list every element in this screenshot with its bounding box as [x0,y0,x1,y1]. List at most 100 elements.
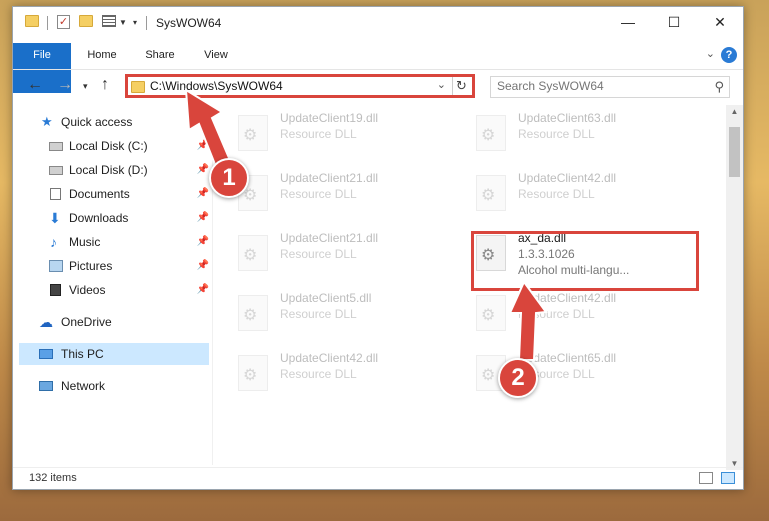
nav-label: Quick access [61,115,133,129]
up-arrow-icon[interactable]: ↑ [101,76,109,94]
pin-icon[interactable]: 📌 [197,183,209,205]
customize-toolbar-icon[interactable]: ▾ [133,18,137,27]
recent-locations-icon[interactable]: ▾ [83,81,88,92]
file-name: UpdateClient42.dll [518,291,617,305]
file-type: Resource DLL [518,307,595,321]
nav-item-local-disk-c[interactable]: Local Disk (C:) 📌 [13,135,209,157]
vertical-scrollbar[interactable]: ▲ ▼ [726,105,743,470]
file-type: Resource DLL [518,127,595,141]
nav-label: OneDrive [61,315,112,329]
close-button[interactable]: ✕ [697,7,743,37]
scroll-up-icon[interactable]: ▲ [726,107,743,116]
tab-view[interactable]: View [195,43,237,67]
nav-onedrive[interactable]: ☁ OneDrive [13,311,209,333]
tiles-view-icon[interactable] [721,472,735,484]
file-item[interactable]: ⚙ UpdateClient65.dll Resource DLL [456,349,656,399]
dll-file-icon: ⚙ [476,175,506,211]
file-item[interactable]: ⚙ UpdateClient42.dll Resource DLL [218,349,418,399]
file-name: UpdateClient5.dll [280,291,372,305]
dll-file-icon: ⚙ [238,295,268,331]
nav-label: Videos [69,283,106,297]
file-item[interactable]: ⚙ UpdateClient42.dll Resource DLL [456,289,656,339]
file-item[interactable]: ⚙ UpdateClient19.dll Resource DLL [218,109,418,159]
divider [146,16,147,30]
music-icon: ♪ [50,234,57,250]
status-bar: 132 items [13,467,743,489]
minimize-button[interactable]: — [605,7,651,37]
pin-icon[interactable]: 📌 [197,231,209,253]
nav-label: Local Disk (D:) [69,163,148,177]
address-bar[interactable]: C:\Windows\SysWOW64 ⌄ ↻ [125,74,475,98]
properties-check-icon[interactable]: ✓ [57,15,70,29]
computer-icon [39,349,53,359]
file-item[interactable]: ⚙ UpdateClient63.dll Resource DLL [456,109,656,159]
drive-icon [49,166,63,175]
pin-icon[interactable]: 📌 [197,135,209,157]
nav-label: Music [69,235,101,249]
expand-ribbon-icon[interactable]: ⌄ [706,47,715,60]
cloud-icon: ☁ [39,314,53,330]
search-box[interactable]: ⚲ [490,76,730,98]
properties-icon[interactable] [102,15,116,27]
nav-label: Local Disk (C:) [69,139,148,153]
help-icon[interactable]: ? [721,47,737,63]
file-item[interactable]: ⚙ UpdateClient21.dll Resource DLL [218,229,418,279]
file-name: UpdateClient21.dll [280,231,379,245]
nav-quick-access[interactable]: ★ Quick access [13,111,209,133]
pin-icon[interactable]: 📌 [197,159,209,181]
tab-share[interactable]: Share [137,43,183,67]
pin-icon[interactable]: 📌 [197,279,209,301]
search-input[interactable] [497,79,697,93]
step-callout-1: 1 [209,158,249,198]
folder-icon[interactable] [25,15,39,27]
file-item[interactable]: ⚙ UpdateClient5.dll Resource DLL [218,289,418,339]
network-icon [39,381,53,391]
file-item[interactable]: ⚙ UpdateClient42.dll Resource DLL [456,169,656,219]
nav-item-videos[interactable]: Videos 📌 [13,279,209,301]
chevron-down-icon[interactable]: ⌄ [437,78,446,91]
drive-icon [49,142,63,151]
nav-this-pc[interactable]: This PC [19,343,209,365]
back-arrow-icon[interactable]: ← [27,76,43,94]
nav-network[interactable]: Network [13,375,209,397]
new-folder-icon[interactable] [79,15,93,27]
title-bar: ✓ ▼ ▾ SysWOW64 — ☐ ✕ [13,7,743,39]
nav-label: This PC [61,347,104,361]
dll-file-icon: ⚙ [238,235,268,271]
file-highlight-box [471,231,699,291]
refresh-icon[interactable]: ↻ [452,77,470,95]
nav-label: Documents [69,187,130,201]
chevron-down-icon[interactable]: ▼ [119,18,127,27]
nav-item-downloads[interactable]: ⬇ Downloads 📌 [13,207,209,229]
pin-icon[interactable]: 📌 [197,207,209,229]
file-type: Resource DLL [280,367,357,381]
address-path[interactable]: C:\Windows\SysWOW64 [150,79,283,93]
nav-label: Downloads [69,211,129,225]
star-icon: ★ [41,114,53,129]
file-name: UpdateClient65.dll [518,351,617,365]
file-name: UpdateClient21.dll [280,171,379,185]
scrollbar-thumb[interactable] [729,127,740,177]
nav-item-music[interactable]: ♪ Music 📌 [13,231,209,253]
pictures-icon [49,260,63,272]
nav-item-local-disk-d[interactable]: Local Disk (D:) 📌 [13,159,209,181]
file-type: Resource DLL [280,247,357,261]
details-view-icon[interactable] [699,472,713,484]
maximize-button[interactable]: ☐ [651,7,697,37]
forward-arrow-icon[interactable]: → [57,76,73,94]
file-type: Resource DLL [280,127,357,141]
tab-home[interactable]: Home [79,43,125,67]
item-count: 132 items [29,472,77,484]
nav-item-documents[interactable]: Documents 📌 [13,183,209,205]
search-icon[interactable]: ⚲ [714,79,724,95]
pin-icon[interactable]: 📌 [197,255,209,277]
nav-label: Pictures [69,259,113,273]
dll-file-icon: ⚙ [476,115,506,151]
folder-icon [131,81,145,93]
file-type: Resource DLL [518,187,595,201]
divider [47,16,48,30]
nav-item-pictures[interactable]: Pictures 📌 [13,255,209,277]
dll-file-icon: ⚙ [476,295,506,331]
file-type: Resource DLL [280,187,357,201]
navigation-pane: ★ Quick access Local Disk (C:) 📌 Local D… [13,105,213,465]
